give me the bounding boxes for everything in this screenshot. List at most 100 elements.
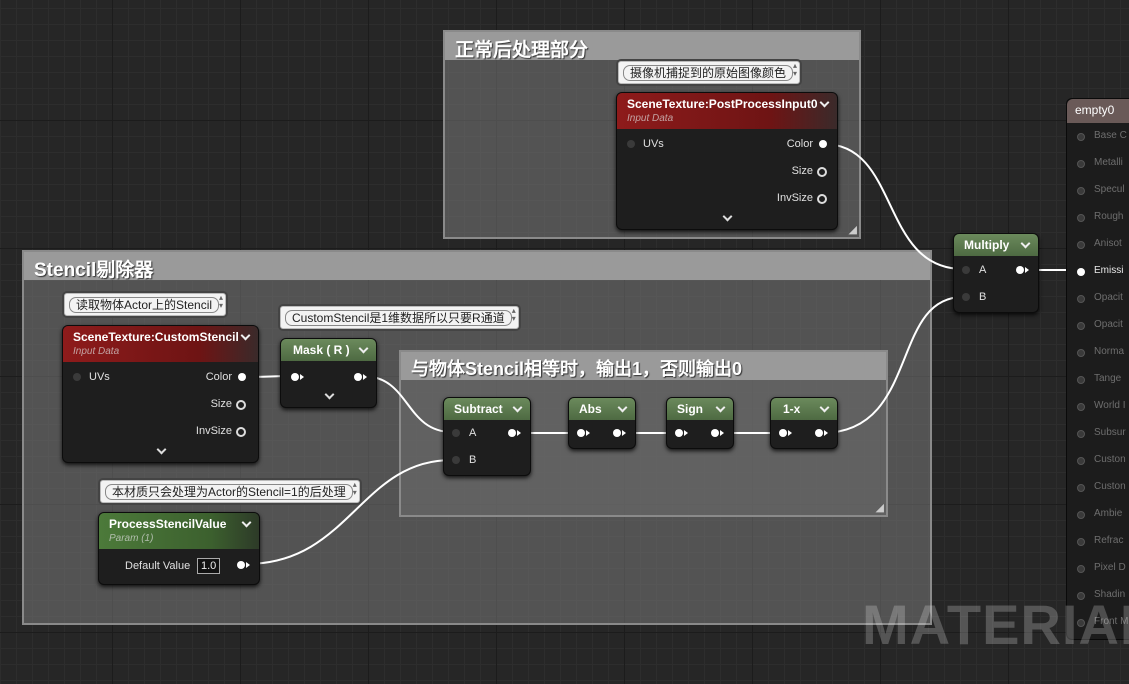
pin-multiply-output[interactable] — [1016, 266, 1024, 274]
chevron-down-icon[interactable] — [617, 403, 629, 415]
material-pin-input[interactable] — [1077, 457, 1085, 465]
node-header[interactable]: Sign — [667, 398, 733, 420]
comment-bubble-custom-stencil[interactable]: 读取物体Actor上的Stencil ▴ ▾ — [64, 293, 227, 316]
pin-icon[interactable]: ▴ ▾ — [353, 481, 357, 497]
watermark: MATERIAL — [862, 593, 1129, 656]
pin-b-input[interactable] — [452, 456, 460, 464]
pin-sign-output[interactable] — [711, 429, 719, 437]
node-header[interactable]: Subtract — [444, 398, 530, 420]
node-title: SceneTexture:PostProcessInput0 — [627, 97, 818, 111]
node-one-minus[interactable]: 1-x — [770, 397, 838, 449]
pin-label-a: A — [979, 264, 987, 276]
pin-mask-output[interactable] — [354, 373, 362, 381]
node-header[interactable]: Multiply — [954, 234, 1038, 256]
pin-color-output[interactable] — [238, 373, 246, 381]
node-subtitle: Input Data — [73, 346, 120, 357]
node-header[interactable]: SceneTexture:PostProcessInput0 Input Dat… — [617, 93, 837, 129]
pin-mask-input[interactable] — [291, 373, 299, 381]
material-pin-input[interactable] — [1077, 241, 1085, 249]
pin-a-input[interactable] — [452, 429, 460, 437]
pin-arrow-icon — [622, 430, 626, 436]
default-value-input[interactable]: 1.0 — [197, 558, 221, 574]
node-mask[interactable]: Mask ( R ) — [280, 338, 377, 408]
pin-label-size: Size — [210, 398, 232, 410]
chevron-down-icon[interactable] — [1020, 239, 1032, 251]
material-pin-label: Base C — [1094, 130, 1127, 141]
comment-bubble-param[interactable]: 本材质只会处理为Actor的Stencil=1的后处理 ▴ ▾ — [100, 480, 360, 503]
node-header[interactable]: SceneTexture:CustomStencil Input Data — [63, 326, 258, 362]
node-scenetexture-customstencil[interactable]: SceneTexture:CustomStencil Input Data UV… — [62, 325, 259, 463]
expand-chevron-icon[interactable] — [323, 391, 335, 401]
pin-onex-input[interactable] — [779, 429, 787, 437]
pin-a-input[interactable] — [962, 266, 970, 274]
chevron-down-icon[interactable] — [240, 331, 252, 343]
pin-uvs-input[interactable] — [73, 373, 81, 381]
material-pin-input[interactable] — [1077, 376, 1085, 384]
material-pin-input[interactable] — [1077, 511, 1085, 519]
pin-param-output[interactable] — [237, 561, 245, 569]
bubble-text: 本材质只会处理为Actor的Stencil=1的后处理 — [105, 484, 353, 500]
chevron-down-icon[interactable] — [512, 403, 524, 415]
comment-bubble-postprocess[interactable]: 摄像机捕捉到的原始图像颜色 ▴ ▾ — [618, 61, 801, 84]
node-sign[interactable]: Sign — [666, 397, 734, 449]
node-header[interactable]: 1-x — [771, 398, 837, 420]
pin-abs-output[interactable] — [613, 429, 621, 437]
material-pin-input[interactable] — [1077, 160, 1085, 168]
pin-uvs-input[interactable] — [627, 140, 635, 148]
node-header[interactable]: Abs — [569, 398, 635, 420]
pin-onex-output[interactable] — [815, 429, 823, 437]
pin-size-output[interactable] — [236, 400, 246, 410]
material-pin-input[interactable] — [1077, 430, 1085, 438]
pin-label-a: A — [469, 427, 477, 439]
material-pin-input[interactable] — [1077, 403, 1085, 411]
comment-bubble-mask[interactable]: CustomStencil是1维数据所以只要R通道 ▴ ▾ — [280, 306, 519, 329]
chevron-down-icon[interactable] — [715, 403, 727, 415]
material-pin-input[interactable] — [1077, 349, 1085, 357]
material-pin-input[interactable] — [1077, 295, 1085, 303]
expand-chevron-icon[interactable] — [721, 213, 733, 223]
material-pin-label: Custon — [1094, 481, 1126, 492]
pin-abs-input[interactable] — [577, 429, 585, 437]
pin-icon[interactable]: ▴ ▾ — [219, 294, 223, 310]
material-pin-input[interactable] — [1077, 322, 1085, 330]
material-title: empty0 — [1067, 99, 1129, 123]
pin-invsize-output[interactable] — [236, 427, 246, 437]
node-process-stencil-value[interactable]: ProcessStencilValue Param (1) Default Va… — [98, 512, 260, 585]
material-pin-input[interactable] — [1077, 187, 1085, 195]
material-pin-input[interactable] — [1077, 565, 1085, 573]
material-pin-input[interactable] — [1077, 484, 1085, 492]
node-title: Subtract — [454, 402, 503, 416]
material-pin-input[interactable] — [1077, 538, 1085, 546]
pin-arrow-icon — [363, 374, 367, 380]
material-pin-label: Tange — [1094, 373, 1122, 384]
node-abs[interactable]: Abs — [568, 397, 636, 449]
chevron-down-icon[interactable] — [819, 403, 831, 415]
pin-color-output[interactable] — [819, 140, 827, 148]
pin-icon[interactable]: ▴ ▾ — [793, 62, 797, 78]
node-header[interactable]: ProcessStencilValue Param (1) — [99, 513, 259, 549]
material-pin-label: Metalli — [1094, 157, 1123, 168]
material-pin-input[interactable] — [1077, 268, 1085, 276]
pin-label-b: B — [469, 454, 477, 466]
node-scenetexture-postprocess[interactable]: SceneTexture:PostProcessInput0 Input Dat… — [616, 92, 838, 230]
node-subtract[interactable]: Subtract A B — [443, 397, 531, 476]
node-title: Multiply — [964, 238, 1010, 252]
chevron-down-icon[interactable] — [819, 98, 831, 110]
pin-sign-input[interactable] — [675, 429, 683, 437]
graph-canvas[interactable]: 正常后处理部分 ◢ Stencil剔除器 与物体Stencil相等时，输出1，否… — [0, 0, 1129, 684]
pin-b-input[interactable] — [962, 293, 970, 301]
pin-icon[interactable]: ▴ ▾ — [512, 307, 516, 323]
node-header[interactable]: Mask ( R ) — [281, 339, 376, 361]
chevron-down-icon[interactable] — [358, 344, 370, 356]
material-pin-input[interactable] — [1077, 133, 1085, 141]
pin-invsize-output[interactable] — [817, 194, 827, 204]
chevron-down-icon[interactable] — [241, 518, 253, 530]
material-result-node[interactable]: empty0 Base C Metalli Specul Rough Anisot Emi… — [1066, 98, 1129, 640]
pin-size-output[interactable] — [817, 167, 827, 177]
node-subtitle: Param (1) — [109, 533, 154, 544]
expand-chevron-icon[interactable] — [155, 446, 167, 456]
pin-label-color: Color — [205, 371, 232, 383]
node-multiply[interactable]: Multiply A B — [953, 233, 1039, 313]
pin-subtract-output[interactable] — [508, 429, 516, 437]
material-pin-input[interactable] — [1077, 214, 1085, 222]
